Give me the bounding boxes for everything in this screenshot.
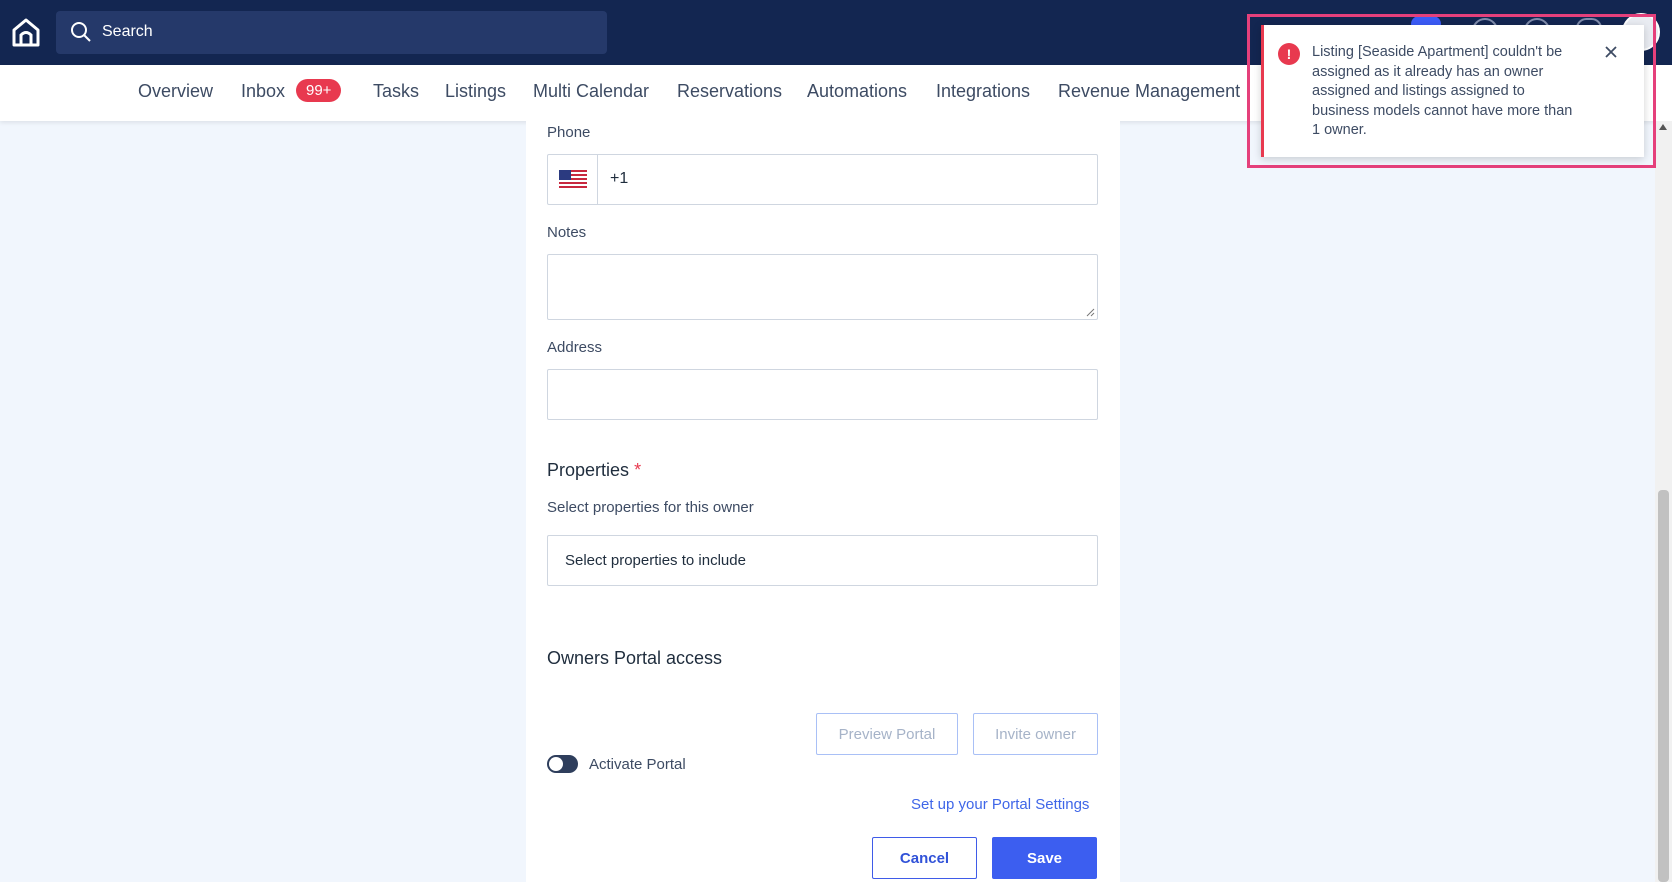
toast-message: Listing [Seaside Apartment] couldn't be …	[1312, 44, 1573, 138]
address-field[interactable]	[547, 369, 1098, 420]
search-icon	[71, 22, 91, 42]
preview-portal-button[interactable]: Preview Portal	[816, 713, 958, 755]
home-icon[interactable]	[10, 16, 42, 48]
search-placeholder: Search	[102, 23, 153, 40]
country-flag-selector[interactable]	[548, 155, 598, 204]
nav-automations[interactable]: Automations	[807, 81, 907, 102]
nav-integrations[interactable]: Integrations	[936, 81, 1030, 102]
portal-settings-link[interactable]: Set up your Portal Settings	[911, 796, 1089, 813]
error-icon: !	[1278, 43, 1300, 65]
search-box[interactable]: Search	[56, 11, 607, 54]
invite-owner-button[interactable]: Invite owner	[973, 713, 1098, 755]
properties-title-text: Properties	[547, 460, 630, 480]
activate-portal-toggle[interactable]	[547, 755, 578, 773]
address-label: Address	[547, 339, 603, 356]
required-mark: *	[634, 460, 642, 480]
nav-inbox[interactable]: Inbox	[241, 81, 285, 102]
error-toast: ! Listing [Seaside Apartment] couldn't b…	[1261, 25, 1644, 157]
notes-textarea[interactable]	[547, 254, 1098, 320]
nav-revenue-management[interactable]: Revenue Management	[1058, 81, 1240, 102]
resize-handle-icon[interactable]	[1086, 308, 1095, 317]
properties-placeholder: Select properties to include	[565, 552, 746, 569]
owner-form: Phone +1 Notes Address Properties * Sele…	[526, 121, 1120, 882]
nav-tasks[interactable]: Tasks	[373, 81, 419, 102]
cancel-button[interactable]: Cancel	[872, 837, 977, 879]
phone-label: Phone	[547, 124, 591, 141]
properties-select[interactable]: Select properties to include	[547, 535, 1098, 586]
nav-overview[interactable]: Overview	[138, 81, 213, 102]
scrollbar-thumb[interactable]	[1658, 490, 1669, 882]
us-flag-icon	[558, 169, 587, 190]
nav-multi-calendar[interactable]: Multi Calendar	[533, 81, 649, 102]
save-button[interactable]: Save	[992, 837, 1097, 879]
properties-hint: Select properties for this owner	[547, 499, 754, 516]
phone-value: +1	[610, 170, 629, 187]
inbox-count-badge: 99+	[296, 79, 342, 102]
properties-title: Properties *	[547, 460, 641, 481]
close-icon[interactable]	[1602, 43, 1620, 61]
notes-label: Notes	[547, 224, 587, 241]
activate-portal-label: Activate Portal	[589, 756, 686, 773]
nav-listings[interactable]: Listings	[445, 81, 506, 102]
phone-field[interactable]: +1	[547, 154, 1098, 205]
scroll-up-arrow-icon[interactable]	[1659, 124, 1667, 130]
portal-title: Owners Portal access	[547, 648, 723, 668]
nav-reservations[interactable]: Reservations	[677, 81, 782, 102]
